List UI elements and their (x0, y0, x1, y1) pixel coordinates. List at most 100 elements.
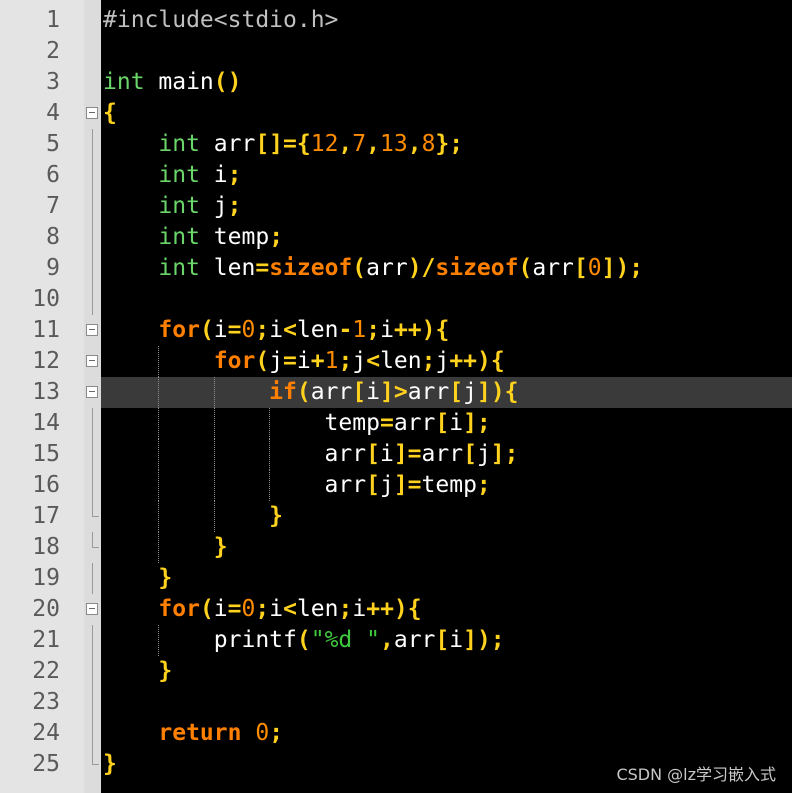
code-line[interactable]: 15 arr[i]=arr[j]; (0, 439, 792, 470)
token-type: int (158, 255, 200, 281)
code-text[interactable]: temp=arr[i]; (103, 408, 491, 439)
code-text[interactable]: #include<stdio.h> (103, 5, 338, 36)
code-line[interactable]: 2 (0, 36, 792, 67)
token-op: ]){ (476, 379, 519, 405)
token-kw: for (158, 596, 200, 622)
token-op: []={ (255, 131, 311, 157)
code-line[interactable]: 20 for(i=0;i<len;i++){ (0, 594, 792, 625)
code-line[interactable]: 12 for(j=i+1;j<len;j++){ (0, 346, 792, 377)
fold-line (92, 470, 93, 501)
code-text[interactable]: return 0; (103, 718, 283, 749)
token-id (103, 131, 158, 157)
code-line[interactable]: 18 } (0, 532, 792, 563)
fold-line (92, 718, 93, 749)
code-line[interactable]: 10 (0, 284, 792, 315)
token-op: [ (573, 255, 588, 281)
code-text[interactable]: } (103, 563, 172, 594)
token-op: = (379, 410, 394, 436)
token-id: i (296, 348, 311, 374)
code-line[interactable]: 19 } (0, 563, 792, 594)
fold-line (92, 687, 93, 718)
token-kw: sizeof (435, 255, 519, 281)
line-number: 13 (32, 379, 60, 405)
code-text[interactable]: int len=sizeof(arr)/sizeof(arr[0]); (103, 253, 643, 284)
line-number: 11 (32, 317, 60, 343)
token-id: j (476, 441, 491, 467)
code-line[interactable]: 22 } (0, 656, 792, 687)
token-op: ; (421, 348, 436, 374)
token-id: j (199, 193, 228, 219)
token-op: < (283, 596, 297, 622)
token-id: i (269, 317, 284, 343)
code-line[interactable]: 17 } (0, 501, 792, 532)
token-op: < (283, 317, 297, 343)
token-id: arr (199, 131, 256, 157)
code-text[interactable]: } (103, 656, 172, 687)
fold-end-marker (92, 532, 99, 548)
token-op: ]; (463, 410, 491, 436)
fold-toggle-icon[interactable] (86, 355, 98, 367)
fold-toggle-icon[interactable] (86, 107, 98, 119)
token-id (103, 255, 158, 281)
token-id (103, 348, 214, 374)
code-line[interactable]: 21 printf("%d ",arr[i]); (0, 625, 792, 656)
fold-line (92, 439, 93, 470)
code-text[interactable]: int i; (103, 160, 241, 191)
token-op: ; (269, 720, 284, 746)
code-line[interactable]: 9 int len=sizeof(arr)/sizeof(arr[0]); (0, 253, 792, 284)
code-line[interactable]: 3 int main() (0, 67, 792, 98)
line-number: 20 (32, 596, 60, 622)
code-line[interactable]: 24 return 0; (0, 718, 792, 749)
token-kw: return (158, 720, 242, 746)
code-text[interactable]: } (103, 501, 283, 532)
code-editor[interactable]: 1 #include<stdio.h> 2 3 int main() 4{5 int ar… (0, 0, 792, 793)
token-op: [ (435, 410, 450, 436)
code-text[interactable]: for(i=0;i<len-1;i++){ (103, 315, 449, 346)
code-line[interactable]: 1 #include<stdio.h> (0, 5, 792, 36)
code-text[interactable]: for(i=0;i<len;i++){ (103, 594, 421, 625)
code-text[interactable]: arr[j]=temp; (103, 470, 491, 501)
line-number: 25 (32, 751, 60, 777)
token-kw: for (213, 348, 256, 374)
code-line[interactable]: 23 (0, 687, 792, 718)
token-op: ( (199, 596, 214, 622)
code-line[interactable]: 8 int temp; (0, 222, 792, 253)
code-line[interactable]: 14 temp=arr[i]; (0, 408, 792, 439)
fold-line (92, 160, 93, 191)
code-text[interactable]: for(j=i+1;j<len;j++){ (103, 346, 505, 377)
code-line[interactable]: 6 int i; (0, 160, 792, 191)
code-text[interactable]: int temp; (103, 222, 283, 253)
code-text[interactable]: } (103, 532, 228, 563)
code-line[interactable]: 7 int j; (0, 191, 792, 222)
code-text[interactable]: printf("%d ",arr[i]); (103, 625, 505, 656)
code-text[interactable]: int j; (103, 191, 241, 222)
code-line[interactable]: 5 int arr[]={12,7,13,8}; (0, 129, 792, 160)
token-op: [ (435, 627, 450, 653)
token-op: } (158, 565, 173, 591)
code-text[interactable]: } (103, 749, 117, 780)
fold-toggle-icon[interactable] (86, 324, 98, 336)
line-number: 16 (32, 472, 60, 498)
token-op: ]); (463, 627, 505, 653)
code-text[interactable]: int arr[]={12,7,13,8}; (103, 129, 463, 160)
code-text[interactable]: { (103, 98, 117, 129)
code-text[interactable]: arr[i]=arr[j]; (103, 439, 519, 470)
token-op: }; (435, 131, 464, 157)
token-op: ; (338, 348, 353, 374)
code-text[interactable]: if(arr[i]>arr[j]){ (103, 377, 519, 408)
code-line[interactable]: 16 arr[j]=temp; (0, 470, 792, 501)
token-op: ]); (601, 255, 644, 281)
code-line[interactable]: 13 if(arr[i]>arr[j]){ (0, 377, 792, 408)
token-op: ; (476, 472, 491, 498)
token-id (241, 720, 255, 746)
line-number: 7 (46, 193, 60, 219)
code-text[interactable]: int main() (103, 67, 242, 98)
token-id: j (435, 348, 450, 374)
fold-toggle-icon[interactable] (86, 386, 98, 398)
token-op: ]; (490, 441, 519, 467)
token-op: ]> (380, 379, 408, 405)
fold-toggle-icon[interactable] (86, 603, 98, 615)
code-line[interactable]: 4{ (0, 98, 792, 129)
token-id: arr (366, 255, 408, 281)
code-line[interactable]: 11 for(i=0;i<len-1;i++){ (0, 315, 792, 346)
